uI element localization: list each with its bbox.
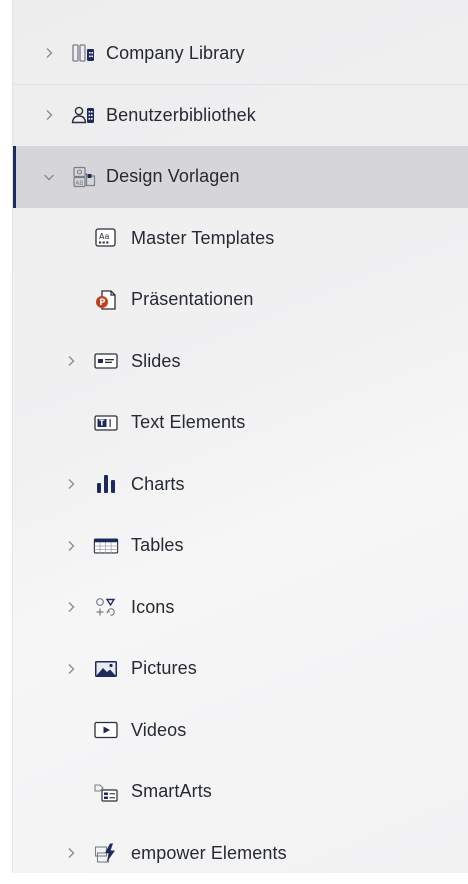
chevron-down-icon[interactable] [42,170,56,184]
svg-text:P: P [99,298,105,308]
tree-item-icons[interactable]: Icons [13,577,468,639]
slide-icon [93,350,119,372]
library-tree-panel: Company Library Benutzer [12,0,468,873]
tree-item-empower-elements[interactable]: empower Elements [13,823,468,884]
tree-item-label: Slides [131,351,181,372]
tree-item-benutzerbibliothek[interactable]: Benutzerbibliothek [13,85,468,147]
powerpoint-file-icon: P [93,289,119,311]
tree-item-charts[interactable]: Charts [13,454,468,516]
picture-icon [93,658,119,680]
tree-item-label: empower Elements [131,843,287,864]
tree-item-label: Design Vorlagen [106,166,240,187]
tree-item-label: Tables [131,535,184,556]
tree-item-label: Master Templates [131,228,274,249]
design-templates-icon: AB [71,166,97,188]
tree-item-label: Benutzerbibliothek [106,105,256,126]
chevron-right-icon[interactable] [64,477,78,491]
tree-item-label: Icons [131,597,175,618]
tree-item-label: Videos [131,720,186,741]
tree-item-text-elements[interactable]: T Text Elements [13,392,468,454]
tree-item-label: Präsentationen [131,289,254,310]
library-tree: Company Library Benutzer [13,23,468,884]
tree-item-smartarts[interactable]: SmartArts [13,761,468,823]
svg-text:AB: AB [75,180,83,187]
tree-item-label: Company Library [106,43,245,64]
tree-item-label: Text Elements [131,412,245,433]
tree-item-slides[interactable]: Slides [13,331,468,393]
master-template-icon: Aa [93,227,119,249]
tree-item-company-library[interactable]: Company Library [13,23,468,85]
tree-item-label: SmartArts [131,781,212,802]
video-icon [93,719,119,741]
chevron-right-icon[interactable] [64,600,78,614]
chevron-right-icon[interactable] [64,846,78,860]
tree-item-design-vorlagen[interactable]: AB Design Vorlagen [13,146,468,208]
chevron-right-icon[interactable] [64,539,78,553]
user-library-icon [71,104,97,126]
svg-text:T: T [99,418,105,427]
smartart-icon [93,781,119,803]
bar-chart-icon [93,473,119,495]
tree-item-praesentationen[interactable]: P Präsentationen [13,269,468,331]
empower-elements-icon [93,842,119,864]
svg-text:Aa: Aa [99,232,109,241]
tree-item-label: Pictures [131,658,197,679]
tree-item-label: Charts [131,474,185,495]
table-icon [93,535,119,557]
icons-shapes-icon [93,596,119,618]
text-element-icon: T [93,412,119,434]
chevron-right-icon[interactable] [64,354,78,368]
tree-item-master-templates[interactable]: Aa Master Templates [13,208,468,270]
chevron-right-icon[interactable] [42,108,56,122]
building-library-icon [71,42,97,64]
tree-item-tables[interactable]: Tables [13,515,468,577]
chevron-right-icon[interactable] [42,46,56,60]
tree-item-pictures[interactable]: Pictures [13,638,468,700]
tree-item-videos[interactable]: Videos [13,700,468,762]
chevron-right-icon[interactable] [64,662,78,676]
